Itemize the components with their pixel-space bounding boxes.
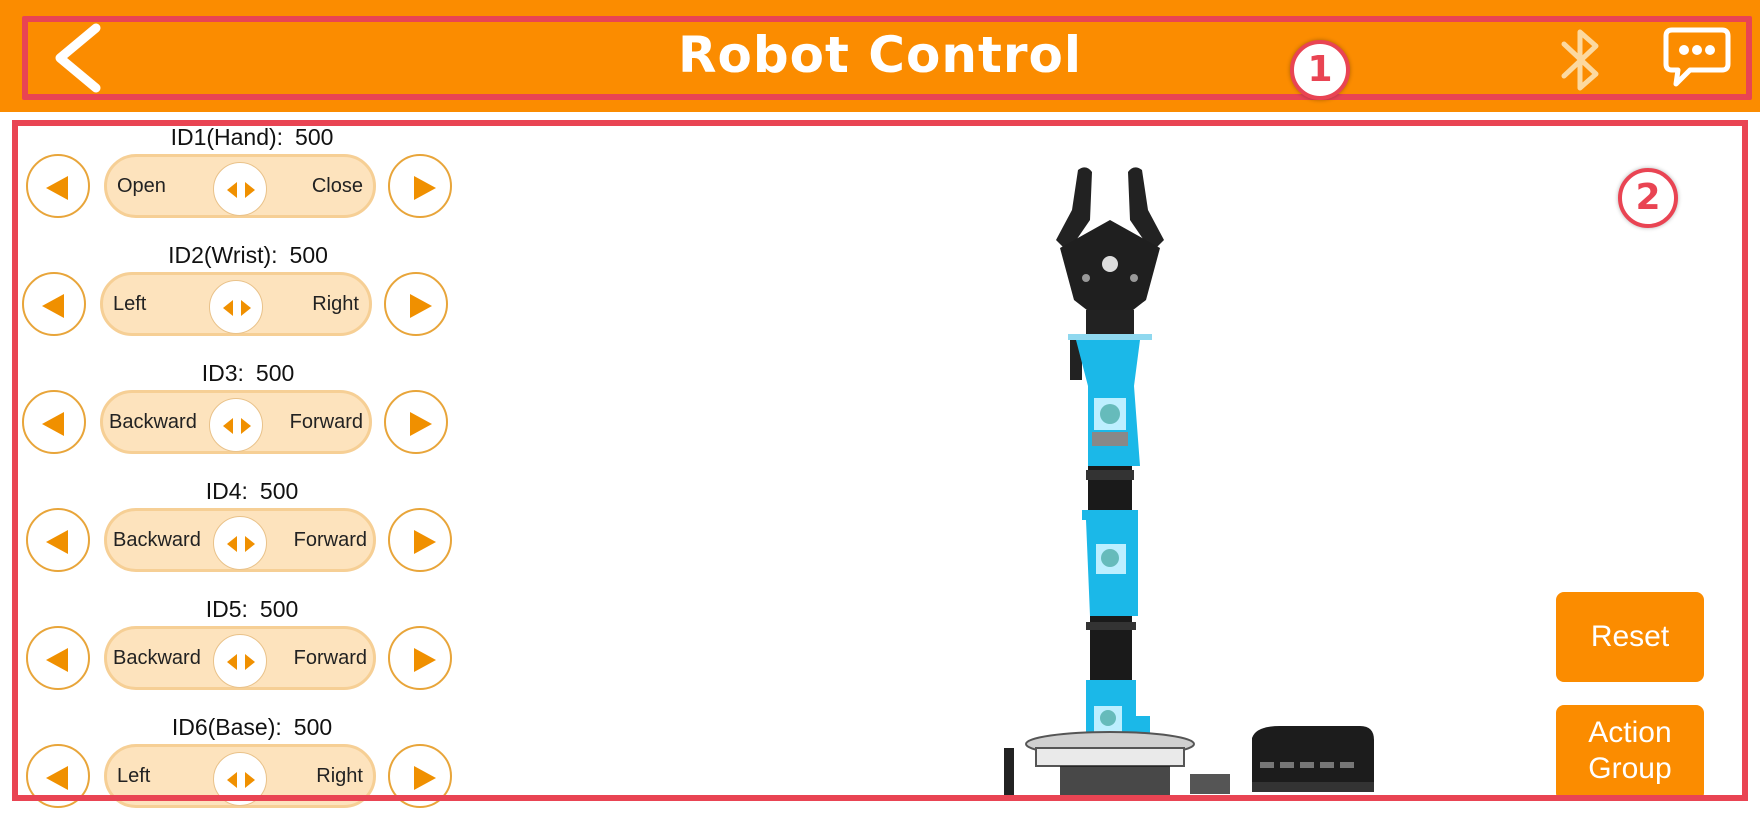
annotation-badge-2: 2 xyxy=(1618,168,1678,228)
annotation-box-1 xyxy=(22,16,1752,100)
annotation-box-2 xyxy=(12,120,1748,801)
annotation-badge-1: 1 xyxy=(1290,40,1350,100)
